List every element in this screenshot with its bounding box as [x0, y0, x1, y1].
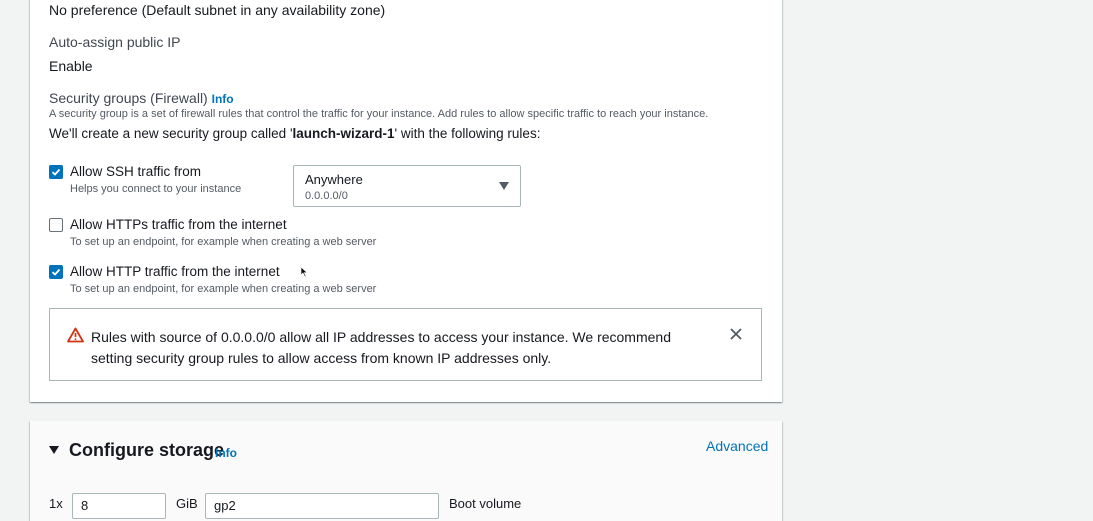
checkmark-icon: [51, 268, 61, 276]
expand-toggle-icon[interactable]: [49, 446, 59, 454]
volume-size-unit: GiB: [176, 496, 198, 511]
auto-assign-public-ip-value: Enable: [49, 58, 93, 74]
https-rule-label: Allow HTTPs traffic from the internet: [70, 217, 287, 232]
ssh-rule-description: Helps you connect to your instance: [70, 183, 242, 195]
security-group-create-note: We'll create a new security group called…: [49, 126, 540, 141]
security-groups-description: A security group is a set of firewall ru…: [49, 108, 709, 120]
volume-type-select[interactable]: gp2: [205, 493, 439, 519]
caret-down-icon: [499, 182, 509, 190]
warning-icon: [67, 327, 84, 343]
https-checkbox[interactable]: [49, 218, 63, 232]
warning-message: Rules with source of 0.0.0.0/0 allow all…: [91, 329, 671, 366]
security-group-name: launch-wizard-1: [292, 126, 395, 141]
network-settings-panel: No preference (Default subnet in any ava…: [30, 0, 782, 402]
https-rule-description: To set up an endpoint, for example when …: [70, 236, 377, 248]
create-note-prefix: We'll create a new security group called…: [49, 126, 293, 141]
http-rule-description: To set up an endpoint, for example when …: [70, 283, 377, 295]
http-checkbox[interactable]: [49, 265, 63, 279]
ssh-source-value: Anywhere: [305, 172, 363, 187]
mouse-cursor-icon: [300, 266, 308, 278]
ssh-source-select[interactable]: Anywhere 0.0.0.0/0: [293, 165, 521, 207]
volume-type-value: gp2: [214, 498, 236, 513]
ssh-checkbox[interactable]: [49, 165, 63, 179]
checkmark-icon: [51, 168, 61, 176]
boot-volume-label: Boot volume: [449, 496, 522, 511]
configure-storage-panel: Configure storage Info Advanced 1x 8 GiB…: [30, 421, 782, 521]
security-groups-title: Security groups (Firewall): [49, 90, 208, 106]
security-groups-info-link[interactable]: Info: [212, 92, 234, 106]
volume-size-value: 8: [81, 498, 89, 513]
configure-storage-title: Configure storage: [69, 440, 225, 460]
volume-count: 1x: [49, 496, 63, 511]
auto-assign-public-ip-label: Auto-assign public IP: [49, 34, 181, 50]
ssh-rule-label: Allow SSH traffic from: [70, 164, 202, 179]
http-rule-label: Allow HTTP traffic from the internet: [70, 264, 280, 279]
subnet-value: No preference (Default subnet in any ava…: [49, 2, 386, 18]
create-note-suffix: ' with the following rules:: [394, 126, 541, 141]
open-access-warning-alert: Rules with source of 0.0.0.0/0 allow all…: [49, 308, 762, 381]
security-groups-label: Security groups (Firewall) Info: [49, 90, 234, 106]
volume-size-input[interactable]: 8: [72, 493, 166, 519]
close-icon[interactable]: [729, 327, 743, 341]
ssh-source-cidr: 0.0.0.0/0: [305, 190, 348, 202]
advanced-link[interactable]: Advanced: [706, 438, 768, 454]
storage-info-link[interactable]: Info: [215, 446, 237, 460]
